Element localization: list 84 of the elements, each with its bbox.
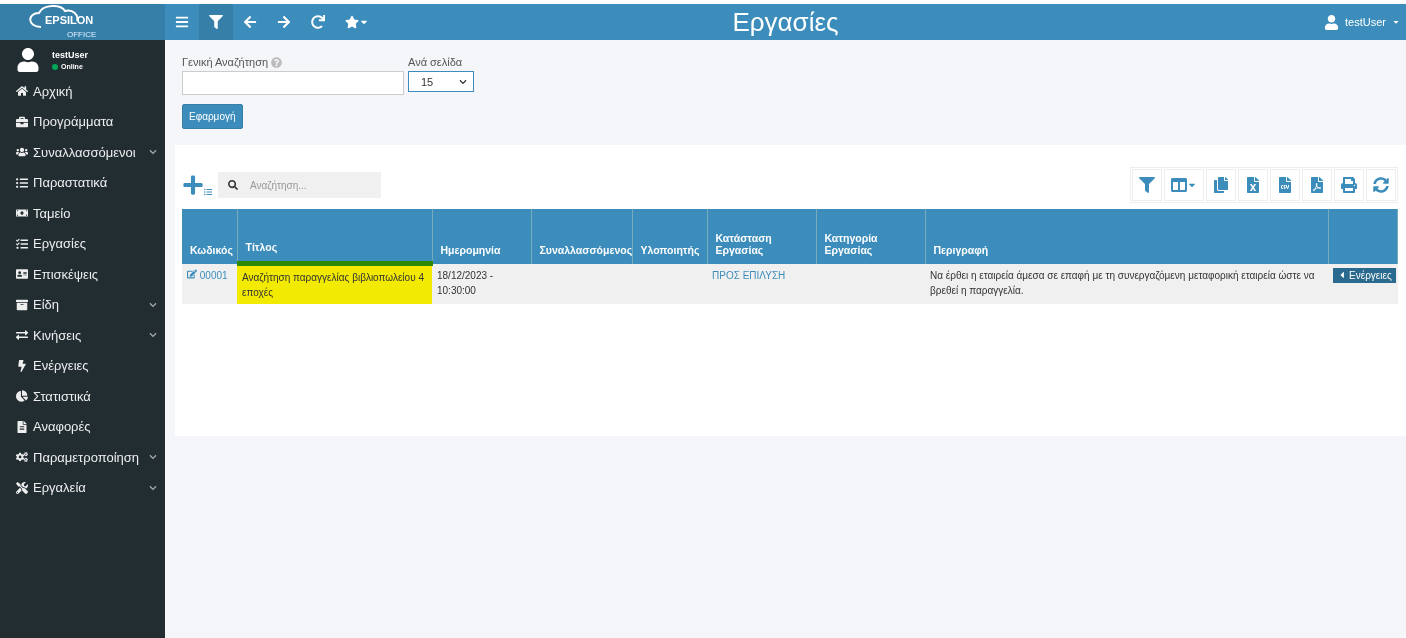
sidebar-item[interactable]: Στατιστικά <box>0 381 165 412</box>
refresh-icon[interactable] <box>1366 169 1396 201</box>
exchange-icon <box>16 329 28 342</box>
user-icon <box>1324 14 1340 30</box>
document-icon <box>16 420 28 433</box>
tools-icon <box>16 481 28 494</box>
pie-chart-icon <box>16 390 28 403</box>
sidebar-item[interactable]: Αρχική <box>0 76 165 107</box>
caret-icon <box>1392 18 1400 26</box>
sidebar-item[interactable]: Κινήσεις <box>0 320 165 351</box>
columns-button[interactable] <box>1164 169 1204 201</box>
filter-icon-glyph <box>1139 177 1155 193</box>
column-header[interactable]: Κωδικός <box>182 209 237 264</box>
csv-file-icon-glyph <box>1277 177 1293 193</box>
table-cell: Να έρθει η εταιρεία άμεσα σε επαφή με τη συνεργαζόμενη μεταφορική εταιρεία ώστε να βρεθεί η παραγγελία. <box>925 263 1328 304</box>
column-header[interactable]: Υλοποιητής <box>632 209 707 264</box>
star-icon-glyph <box>345 15 359 29</box>
logo[interactable]: EPSILON OFFICE <box>0 4 165 40</box>
sidebar-item[interactable]: Εργαλεία <box>0 472 165 503</box>
sidebar-item[interactable]: Προγράμματα <box>0 106 165 137</box>
field-label: Γενική Αναζήτηση <box>182 56 269 68</box>
plus-icon <box>182 174 204 196</box>
home-icon <box>16 85 28 98</box>
cash-icon <box>16 207 28 220</box>
pdf-file-icon[interactable] <box>1302 169 1332 201</box>
page-title: Εργασίες <box>732 6 839 38</box>
list-icon <box>16 176 28 189</box>
sidebar-item[interactable]: Παραμετροποίηση <box>0 442 165 473</box>
sidebar-item[interactable]: Εργασίες <box>0 228 165 259</box>
per-page-select[interactable]: 15 <box>408 71 474 92</box>
avatar-icon <box>16 48 40 72</box>
excel-file-icon-glyph <box>1245 177 1261 193</box>
edit-icon[interactable] <box>187 268 197 279</box>
sidebar-item[interactable]: Ενέργειες <box>0 350 165 381</box>
status-dot <box>52 63 58 70</box>
archive-icon <box>16 298 28 311</box>
excel-file-icon[interactable] <box>1238 169 1268 201</box>
table-cell: 18/12/2023 - 10:30:00 <box>432 263 531 304</box>
pdf-file-icon-glyph <box>1309 177 1325 193</box>
users-icon <box>16 146 28 159</box>
briefcase-icon <box>16 115 28 128</box>
card-icon <box>16 268 28 281</box>
csv-file-icon[interactable] <box>1270 169 1300 201</box>
table-cell: Αναζήτηση παραγγελίας βιβλιοπωλείου 4 εποχές <box>237 263 432 304</box>
copy-icon-glyph <box>1213 177 1229 193</box>
column-header[interactable]: Συναλλασσόμενος <box>531 209 632 264</box>
sidebar-item[interactable]: Συναλλασσόμενοι <box>0 137 165 168</box>
arrow-right-icon-glyph <box>277 15 291 29</box>
list-icon <box>204 188 212 196</box>
search-icon <box>228 180 238 190</box>
column-header[interactable]: Κατάσταση Εργασίας <box>707 209 816 264</box>
apply-button[interactable]: Εφαρμογή <box>182 104 243 129</box>
table-cell: ΠΡΟΣ ΕΠΙΛΥΣΗ <box>707 263 816 304</box>
chevron-down-icon <box>459 77 467 86</box>
arrow-left-icon-glyph <box>243 15 257 29</box>
column-header[interactable]: Ημερομηνία <box>432 209 531 264</box>
checklist-icon <box>16 237 28 250</box>
filter-icon-glyph <box>209 15 223 29</box>
search-field[interactable] <box>182 71 404 95</box>
user-name: testUser <box>52 50 89 60</box>
columns-icon <box>1171 177 1187 193</box>
sidebar-item[interactable]: Αναφορές <box>0 411 165 442</box>
reload-icon-glyph <box>311 15 325 29</box>
print-icon-glyph <box>1341 177 1357 193</box>
refresh-icon-glyph <box>1373 177 1389 193</box>
actions-button[interactable]: Ενέργειες <box>1333 267 1396 283</box>
add-button[interactable] <box>182 174 212 196</box>
sidebar-item[interactable]: Είδη <box>0 289 165 320</box>
filter-icon[interactable] <box>1132 169 1162 201</box>
filter-icon[interactable] <box>199 4 233 40</box>
sidebar-item[interactable]: Ταμείο <box>0 198 165 229</box>
column-header[interactable]: Τίτλος <box>237 209 432 264</box>
column-header <box>1328 209 1398 264</box>
menu-icon-glyph <box>175 15 189 29</box>
copy-icon[interactable] <box>1206 169 1236 201</box>
field-label: Ανά σελίδα <box>408 56 463 68</box>
print-icon[interactable] <box>1334 169 1364 201</box>
column-header[interactable]: Κατηγορία Εργασίας <box>816 209 925 264</box>
bolt-icon <box>16 359 28 372</box>
column-header[interactable]: Περιγραφή <box>925 209 1328 264</box>
gears-icon <box>16 451 28 464</box>
user-menu[interactable]: testUser <box>1324 14 1406 30</box>
sidebar-item[interactable]: Επισκέψεις <box>0 259 165 290</box>
sidebar-item[interactable]: Παραστατικά <box>0 167 165 198</box>
